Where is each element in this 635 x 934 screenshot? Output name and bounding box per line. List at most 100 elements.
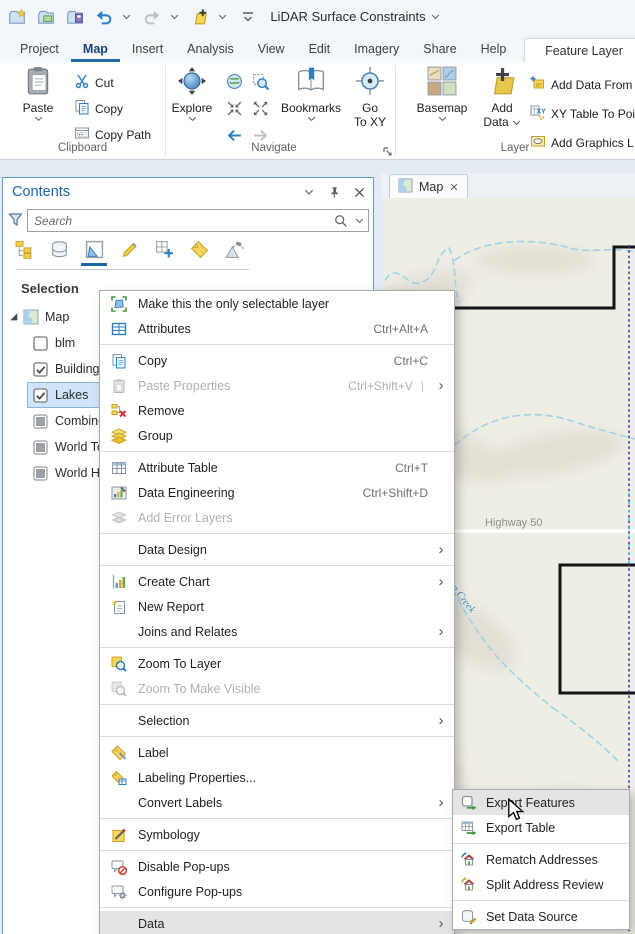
contents-tab-labeling-tab[interactable] bbox=[186, 240, 212, 266]
checkbox-gray[interactable] bbox=[33, 413, 48, 429]
menu-item-create-chart[interactable]: Create Chart › bbox=[100, 569, 454, 594]
chevron-down-icon[interactable] bbox=[170, 5, 182, 29]
xy-table-to-poi-button[interactable]: XY XY Table To Poi bbox=[530, 103, 635, 125]
checkbox-gray[interactable] bbox=[33, 465, 48, 481]
menu-item-copy[interactable]: Copy Ctrl+C bbox=[100, 348, 454, 373]
menu-item-data[interactable]: Data › bbox=[100, 911, 454, 934]
chevron-down-icon[interactable] bbox=[218, 5, 230, 29]
menu-item-zoom-to-make-visible[interactable]: Zoom To Make Visible bbox=[100, 676, 454, 701]
menu-item-split-address-review[interactable]: Split Address Review bbox=[453, 872, 629, 897]
ribbon-tab-edit[interactable]: Edit bbox=[297, 36, 343, 62]
open-project-icon[interactable] bbox=[35, 5, 57, 29]
zoom-to-selection-icon[interactable] bbox=[250, 71, 270, 91]
project-title[interactable]: LiDAR Surface Constraints bbox=[240, 9, 470, 24]
menu-split-divider: | bbox=[420, 378, 424, 393]
full-extent-icon[interactable] bbox=[224, 71, 244, 91]
menu-item-add-error-layers[interactable]: Add Error Layers bbox=[100, 505, 454, 530]
collapse-extent-icon[interactable] bbox=[224, 98, 244, 118]
ribbon-tab-project[interactable]: Project bbox=[8, 36, 71, 62]
menu-item-attribute-table[interactable]: Attribute Table Ctrl+T bbox=[100, 455, 454, 480]
contents-tab-swipe-tab[interactable] bbox=[221, 240, 247, 266]
attribute-table-icon bbox=[109, 460, 129, 476]
menu-item-zoom-to-layer[interactable]: Zoom To Layer bbox=[100, 651, 454, 676]
checkbox-unchecked[interactable] bbox=[33, 335, 48, 351]
copy-button[interactable]: Copy bbox=[74, 98, 123, 120]
menu-item-set-data-source[interactable]: Set Data Source bbox=[453, 904, 629, 929]
ribbon-tab-map[interactable]: Map bbox=[70, 36, 120, 62]
basemap-button[interactable]: Basemap bbox=[412, 66, 472, 122]
search-icon[interactable] bbox=[332, 214, 350, 228]
menu-item-data-design[interactable]: Data Design › bbox=[100, 537, 454, 562]
chevron-down-icon bbox=[188, 116, 196, 122]
checkbox-checked[interactable] bbox=[33, 361, 48, 377]
bookmarks-button[interactable]: Bookmarks bbox=[280, 66, 342, 122]
menu-item-configure-pop-ups[interactable]: Configure Pop-ups bbox=[100, 879, 454, 904]
expander-icon[interactable] bbox=[8, 311, 20, 323]
new-item-icon[interactable] bbox=[189, 5, 211, 29]
filter-icon[interactable] bbox=[8, 212, 24, 228]
contents-tab-edit-tab[interactable] bbox=[116, 240, 142, 266]
expand-extent-icon[interactable] bbox=[250, 98, 270, 118]
add-data-button[interactable]: Add Data bbox=[477, 66, 527, 129]
menu-item-label: Labeling Properties... bbox=[138, 770, 257, 785]
menu-item-label: Data bbox=[138, 916, 165, 931]
contextual-tab-feature-layer[interactable]: Feature Layer bbox=[524, 38, 635, 63]
undo-icon[interactable] bbox=[93, 5, 115, 29]
menu-item-new-report[interactable]: New Report bbox=[100, 594, 454, 619]
contents-tab-snapping-tab[interactable] bbox=[151, 240, 177, 266]
search-options-chevron-icon[interactable] bbox=[350, 218, 368, 224]
submenu-arrow-icon: › bbox=[438, 712, 444, 729]
pin-icon[interactable] bbox=[326, 184, 342, 200]
menu-item-label[interactable]: Label bbox=[100, 740, 454, 765]
add-data-from-button[interactable]: Add Data From bbox=[530, 74, 635, 96]
ribbon-tab-insert[interactable]: Insert bbox=[120, 36, 175, 62]
chevron-down-icon[interactable] bbox=[122, 5, 134, 29]
contents-tab-drawing-order[interactable] bbox=[11, 240, 37, 266]
bookmarks-label: Bookmarks bbox=[280, 101, 342, 115]
menu-item-make-this-the-only-selectable-layer[interactable]: Make this the only selectable layer bbox=[100, 291, 454, 316]
menu-item-group[interactable]: Group bbox=[100, 423, 454, 448]
menu-item-convert-labels[interactable]: Convert Labels › bbox=[100, 790, 454, 815]
make-selectable-icon bbox=[109, 295, 129, 312]
go-to-xy-label-2: To XY bbox=[353, 115, 386, 129]
contents-tab-data-source-tab[interactable] bbox=[46, 240, 72, 266]
checkbox-gray[interactable] bbox=[33, 439, 48, 455]
view-tab-strip: Map bbox=[381, 173, 635, 198]
explore-button[interactable]: Explore bbox=[167, 66, 217, 122]
paste-button[interactable]: Paste bbox=[10, 66, 66, 122]
redo-icon[interactable] bbox=[141, 5, 163, 29]
menu-item-attributes[interactable]: Attributes Ctrl+Alt+A bbox=[100, 316, 454, 341]
menu-item-label: Add Error Layers bbox=[138, 510, 233, 525]
save-project-icon[interactable] bbox=[64, 5, 86, 29]
checkbox-checked[interactable] bbox=[33, 387, 48, 403]
snapping-tab-icon bbox=[155, 240, 174, 264]
map-view-tab[interactable]: Map bbox=[389, 174, 469, 198]
ribbon-tab-help[interactable]: Help bbox=[469, 36, 519, 62]
new-project-icon[interactable] bbox=[6, 5, 28, 29]
cut-button[interactable]: Cut bbox=[74, 72, 114, 94]
menu-item-data-engineering[interactable]: Data Engineering Ctrl+Shift+D bbox=[100, 480, 454, 505]
menu-item-label: New Report bbox=[138, 599, 204, 614]
menu-item-paste-properties[interactable]: Paste Properties Ctrl+Shift+V | › bbox=[100, 373, 454, 398]
ribbon-tab-analysis[interactable]: Analysis bbox=[175, 36, 246, 62]
close-icon[interactable] bbox=[449, 182, 459, 192]
ribbon-tab-imagery[interactable]: Imagery bbox=[342, 36, 411, 62]
xy-table-icon: XY bbox=[530, 104, 546, 125]
menu-item-disable-pop-ups[interactable]: Disable Pop-ups bbox=[100, 854, 454, 879]
ribbon-tab-share[interactable]: Share bbox=[411, 36, 468, 62]
menu-item-symbology[interactable]: Symbology bbox=[100, 822, 454, 847]
contents-tab-selection-tab[interactable] bbox=[81, 240, 107, 266]
menu-item-rematch-addresses[interactable]: Rematch Addresses bbox=[453, 847, 629, 872]
menu-item-selection[interactable]: Selection › bbox=[100, 708, 454, 733]
menu-item-joins-and-relates[interactable]: Joins and Relates › bbox=[100, 619, 454, 644]
chevron-down-icon[interactable] bbox=[301, 184, 317, 200]
search-input[interactable] bbox=[28, 213, 332, 228]
menu-item-export-features[interactable]: Export Features bbox=[453, 790, 629, 815]
navigate-dialog-launcher-icon[interactable] bbox=[382, 144, 394, 156]
menu-item-labeling-properties[interactable]: Labeling Properties... bbox=[100, 765, 454, 790]
ribbon-tab-view[interactable]: View bbox=[246, 36, 297, 62]
go-to-xy-button[interactable]: Go To XY bbox=[347, 66, 393, 129]
close-icon[interactable] bbox=[351, 184, 367, 200]
menu-item-export-table[interactable]: Export Table bbox=[453, 815, 629, 840]
menu-item-remove[interactable]: Remove bbox=[100, 398, 454, 423]
